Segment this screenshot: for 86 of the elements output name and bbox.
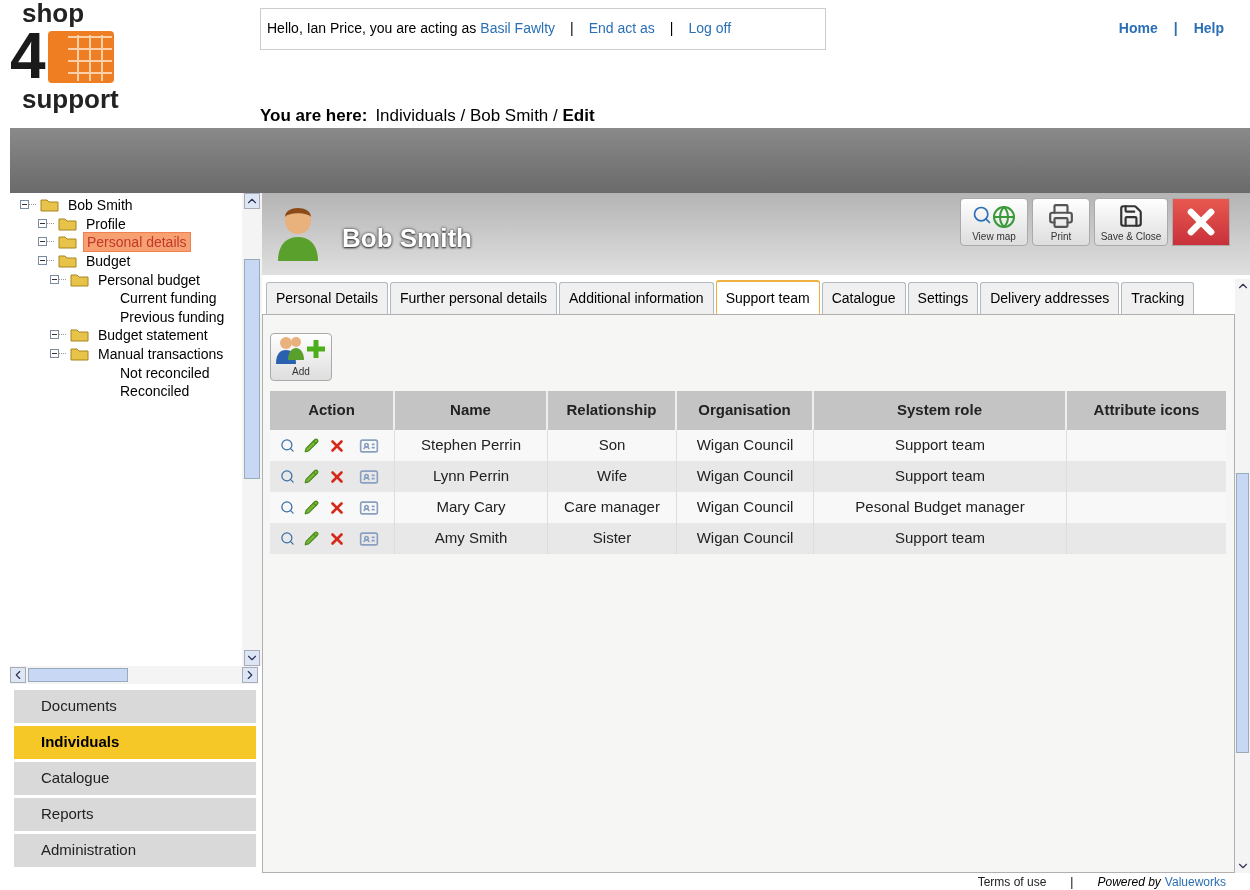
separator: | (570, 19, 574, 39)
tab[interactable]: Tracking (1121, 282, 1195, 314)
print-button[interactable]: Print (1032, 198, 1090, 246)
save-close-button[interactable]: Save & Close (1094, 198, 1168, 246)
scroll-right-icon[interactable] (242, 667, 258, 683)
view-icon[interactable] (280, 500, 295, 515)
edit-icon[interactable] (304, 500, 319, 515)
tab[interactable]: Settings (907, 282, 979, 314)
tree-item[interactable]: Manual transactions (95, 345, 227, 364)
folder-icon (40, 198, 60, 213)
tree-item[interactable]: Reconciled (117, 382, 193, 401)
scroll-left-icon[interactable] (10, 667, 26, 683)
column-header: Attribute icons (1092, 400, 1201, 421)
folder-icon (58, 216, 78, 231)
separator: | (669, 19, 674, 39)
person-name: Bob Smith (342, 222, 472, 255)
view-map-button[interactable]: View map (960, 198, 1028, 246)
logo-digit: 4 (10, 26, 46, 86)
add-person-icon (274, 334, 328, 364)
tab[interactable]: Additional information (559, 282, 714, 314)
breadcrumb: Individuals / Bob Smith / Edit (375, 104, 595, 127)
table-cell: Sister (548, 523, 677, 554)
header-link[interactable]: Log off (688, 18, 732, 40)
tab[interactable]: Delivery addresses (980, 282, 1120, 314)
user-link[interactable]: Basil Fawlty (480, 18, 556, 40)
header-link[interactable]: End act as (588, 18, 655, 40)
tree-item[interactable]: Personal budget (95, 270, 203, 289)
logo-text: support (22, 86, 120, 112)
globe-icon (992, 205, 1016, 229)
vertical-scrollbar[interactable] (1235, 279, 1250, 873)
nav-item[interactable]: Individuals (14, 726, 256, 759)
folder-icon (58, 235, 78, 250)
add-button[interactable]: Add (270, 333, 332, 381)
edit-icon[interactable] (304, 438, 319, 453)
folder-icon (70, 347, 90, 362)
tree-item[interactable]: Budget (83, 252, 134, 271)
table-cell: Wigan Council (677, 523, 814, 554)
tab[interactable]: Personal Details (266, 282, 388, 314)
collapse-icon[interactable] (50, 330, 68, 341)
collapse-icon[interactable] (38, 237, 56, 248)
close-button[interactable] (1172, 198, 1230, 246)
tree-item[interactable]: Budget statement (95, 326, 211, 345)
separator: | (1173, 19, 1178, 38)
magnifier-icon (972, 205, 992, 225)
greeting-text: Hello, Ian Price, you are acting as (267, 19, 477, 39)
view-icon[interactable] (280, 438, 295, 453)
top-link[interactable]: Help (1193, 18, 1224, 39)
nav-item[interactable]: Documents (14, 690, 256, 723)
collapse-icon[interactable] (38, 256, 56, 267)
folder-icon (58, 254, 78, 269)
tab[interactable]: Catalogue (821, 282, 906, 314)
folder-icon (70, 272, 90, 287)
tree-item[interactable]: Profile (83, 214, 129, 233)
logo[interactable]: shop 4 support (10, 0, 138, 128)
nav-item[interactable]: Administration (14, 834, 256, 867)
logo-text: shop (22, 0, 86, 26)
brand-link[interactable]: Valueworks (1164, 872, 1226, 890)
view-icon[interactable] (280, 531, 295, 546)
folder-icon (70, 328, 90, 343)
printer-icon (1048, 203, 1074, 229)
powered-by-text: Powered by (1097, 873, 1161, 890)
top-link[interactable]: Home (1118, 18, 1158, 39)
edit-icon[interactable] (304, 531, 319, 546)
scroll-down-icon[interactable] (244, 650, 260, 666)
separator: | (1070, 873, 1074, 890)
nav-item[interactable]: Catalogue (14, 762, 256, 795)
tree-item[interactable]: Not reconciled (117, 363, 213, 382)
tree-item[interactable]: Current funding (117, 289, 220, 308)
nav-item[interactable]: Reports (14, 798, 256, 831)
collapse-icon[interactable] (38, 218, 56, 229)
breadcrumb-label: You are here: (260, 104, 368, 127)
terms-link[interactable]: Terms of use (977, 872, 1047, 890)
view-icon[interactable] (280, 469, 295, 484)
collapse-icon[interactable] (20, 200, 38, 211)
table-cell: Amy Smith (395, 523, 548, 554)
collapse-icon[interactable] (50, 349, 68, 360)
edit-icon[interactable] (304, 469, 319, 484)
horizontal-scrollbar[interactable] (10, 666, 258, 684)
scroll-up-icon[interactable] (244, 193, 260, 209)
vertical-scrollbar[interactable] (242, 193, 262, 666)
tab[interactable]: Further personal details (389, 282, 557, 314)
collapse-icon[interactable] (50, 274, 68, 285)
tab[interactable]: Support team (715, 280, 820, 314)
tree-item[interactable]: Previous funding (117, 307, 228, 326)
table-cell: Support team (814, 523, 1067, 554)
tree-item[interactable]: Bob Smith (65, 196, 136, 215)
